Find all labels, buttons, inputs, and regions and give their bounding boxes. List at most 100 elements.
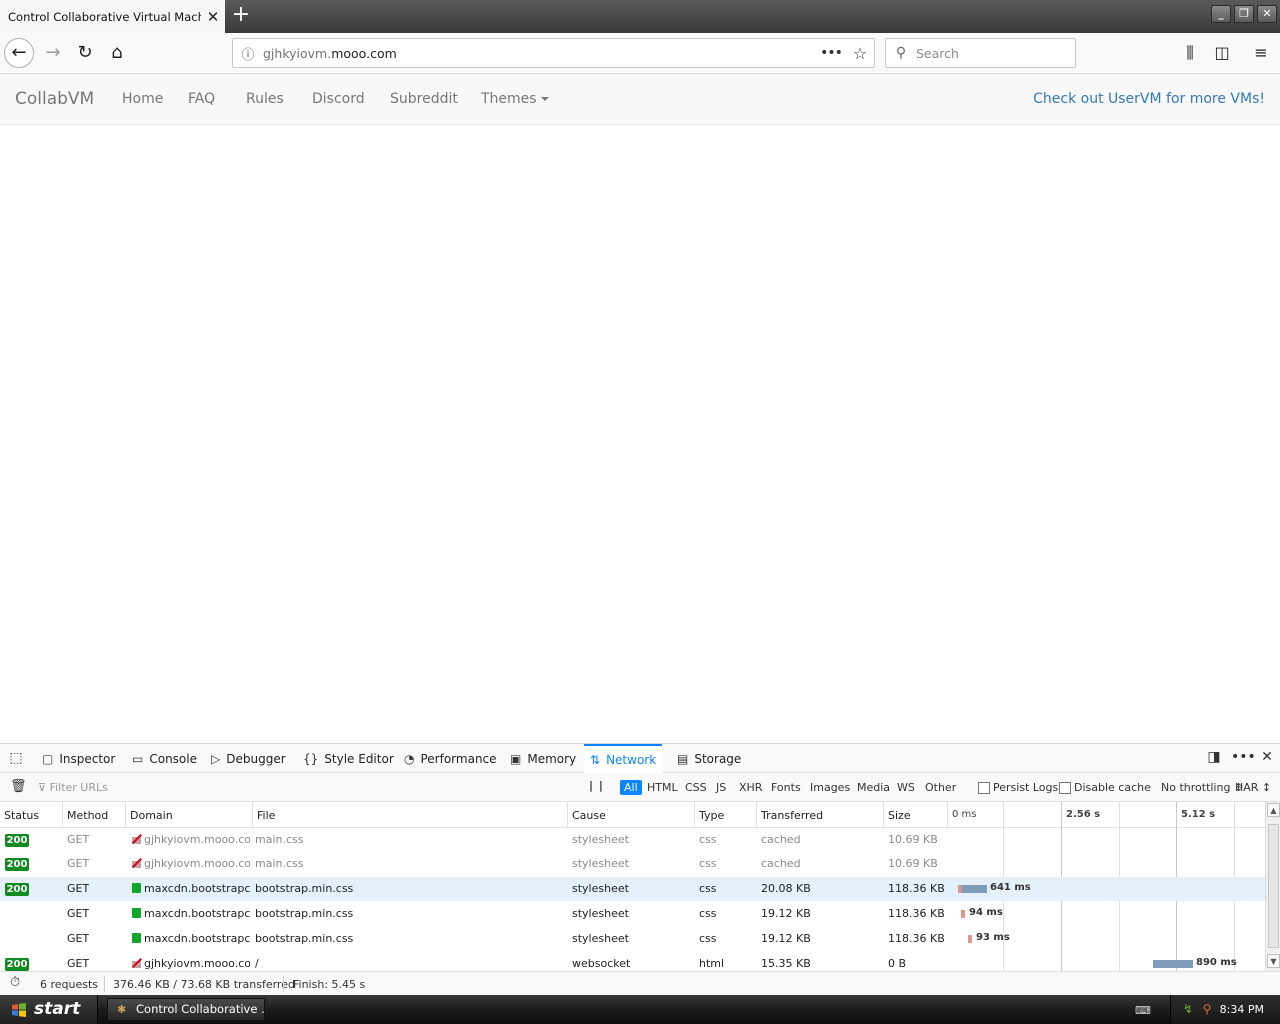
col-size[interactable]: Size: [888, 809, 911, 822]
table-row[interactable]: GET maxcdn.bootstrapc... bootstrap.min.c…: [0, 902, 1265, 926]
keyboard-icon[interactable]: ⌨: [1135, 1004, 1151, 1017]
filter-all[interactable]: All: [620, 780, 642, 795]
home-icon[interactable]: ⌂: [102, 39, 132, 67]
tab-memory[interactable]: ▣ Memory: [504, 744, 582, 773]
nav-link-discord[interactable]: Discord: [312, 91, 365, 107]
restore-icon[interactable]: ❐: [1234, 5, 1254, 23]
status-badge: 200: [5, 958, 29, 971]
col-transferred[interactable]: Transferred: [761, 809, 823, 822]
tab-console[interactable]: ▭ Console: [126, 744, 203, 773]
windows-flag-icon: [12, 1003, 26, 1017]
performance-icon: ◔: [404, 751, 415, 766]
table-row[interactable]: 200 GET maxcdn.bootstrapc... bootstrap.m…: [0, 877, 1265, 901]
col-type[interactable]: Type: [699, 809, 724, 822]
har-menu[interactable]: HAR ↕: [1235, 781, 1271, 794]
tab-network[interactable]: ⇅ Network: [584, 744, 663, 773]
tab-debugger[interactable]: ▷ Debugger: [205, 744, 292, 773]
col-status[interactable]: Status: [4, 809, 39, 822]
timeline-tick-1: 2.56 s: [1066, 809, 1101, 820]
devtools-more-icon[interactable]: •••: [1231, 749, 1256, 769]
table-row[interactable]: 200 GET gjhkyiovm.mooo.com main.css styl…: [0, 852, 1265, 876]
filter-fonts[interactable]: Fonts: [767, 780, 805, 795]
url-bar[interactable]: ⓘ gjhkyiovm.mooo.com ••• ☆: [232, 38, 875, 68]
nav-link-rules[interactable]: Rules: [246, 91, 284, 107]
tab-storage[interactable]: ▤ Storage: [671, 744, 747, 773]
col-cause[interactable]: Cause: [572, 809, 606, 822]
nav-link-faq[interactable]: FAQ: [188, 91, 215, 107]
devtools-panel: ⬚ ▢ Inspector ▭ Console ▷ Debugger {} Style …: [0, 743, 1280, 996]
tab-performance[interactable]: ◔ Performance: [398, 744, 503, 773]
back-icon[interactable]: ←: [4, 38, 34, 68]
menu-icon[interactable]: ≡: [1248, 41, 1274, 65]
filter-icon: ⊽: [38, 781, 50, 794]
col-method[interactable]: Method: [67, 809, 108, 822]
uservm-link[interactable]: Check out UserVM for more VMs!: [1033, 91, 1265, 107]
performance-analysis-icon[interactable]: ⏱: [10, 975, 20, 990]
url-text[interactable]: gjhkyiovm.mooo.com: [263, 46, 816, 61]
filter-images[interactable]: Images: [806, 780, 854, 795]
sidebar-icon[interactable]: ◫: [1209, 41, 1235, 65]
timing-bar: [958, 885, 987, 893]
timing-bar: [961, 910, 965, 918]
element-picker-icon[interactable]: ⬚: [7, 750, 25, 768]
devtools-close-icon[interactable]: ✕: [1257, 749, 1277, 769]
start-button[interactable]: start: [0, 995, 98, 1024]
nav-link-subreddit[interactable]: Subreddit: [390, 91, 458, 107]
forward-icon[interactable]: →: [38, 39, 68, 67]
secure-lock-icon: [132, 908, 141, 918]
table-row[interactable]: GET maxcdn.bootstrapc... bootstrap.min.c…: [0, 927, 1265, 951]
finish-time: Finish: 5.45 s: [293, 978, 366, 991]
pause-icon[interactable]: | |: [589, 779, 604, 792]
tab-inspector[interactable]: ▢ Inspector: [36, 744, 121, 773]
secure-lock-icon: [132, 883, 141, 893]
page-actions-icon[interactable]: •••: [816, 45, 846, 61]
col-file[interactable]: File: [257, 809, 275, 822]
clock: 8:34 PM: [1219, 1003, 1264, 1016]
library-icon[interactable]: ⫼: [1177, 41, 1203, 65]
scroll-down-icon[interactable]: ▼: [1267, 954, 1280, 968]
minimize-icon[interactable]: _: [1211, 5, 1231, 23]
tab-style-editor[interactable]: {} Style Editor: [297, 744, 400, 773]
scroll-thumb[interactable]: [1268, 824, 1279, 948]
nav-link-home[interactable]: Home: [122, 91, 163, 107]
window-close-icon[interactable]: ✕: [1257, 5, 1277, 23]
bookmark-star-icon[interactable]: ☆: [846, 44, 874, 63]
dock-side-icon[interactable]: ◨: [1204, 749, 1224, 769]
scroll-up-icon[interactable]: ▲: [1267, 803, 1280, 817]
new-tab-icon[interactable]: +: [228, 4, 254, 28]
site-info-icon[interactable]: ⓘ: [233, 44, 263, 63]
col-domain[interactable]: Domain: [130, 809, 173, 822]
search-input[interactable]: ⚲ Search: [885, 38, 1076, 68]
timing-label: 94 ms: [969, 907, 1003, 918]
browser-tab-title: Control Collaborative Virtual Machines!: [8, 9, 201, 24]
reload-icon[interactable]: ↻: [70, 39, 100, 67]
table-row[interactable]: 200 GET gjhkyiovm.mooo.com / websocket h…: [0, 952, 1265, 971]
close-tab-icon[interactable]: ✕: [201, 8, 225, 26]
filter-media[interactable]: Media: [853, 780, 894, 795]
request-list-scrollbar[interactable]: ▲ ▼: [1265, 802, 1280, 971]
filter-xhr[interactable]: XHR: [735, 780, 766, 795]
filter-ws[interactable]: WS: [893, 780, 919, 795]
timing-label: 890 ms: [1196, 957, 1237, 968]
filter-html[interactable]: HTML: [643, 780, 682, 795]
table-row[interactable]: 200 GET gjhkyiovm.mooo.com main.css styl…: [0, 828, 1265, 852]
filter-css[interactable]: CSS: [681, 780, 711, 795]
caret-down-icon: [540, 97, 549, 101]
request-count: 6 requests: [40, 978, 99, 991]
persist-logs-checkbox[interactable]: Persist Logs: [978, 781, 1058, 794]
status-badge: 200: [5, 883, 29, 896]
filter-urls-input[interactable]: ⊽ Filter URLs: [38, 781, 108, 794]
throttling-select[interactable]: No throttling ↕: [1161, 781, 1243, 794]
search-tray-icon[interactable]: ⚲: [1200, 1002, 1214, 1016]
network-tray-icon[interactable]: ↯: [1181, 1002, 1195, 1016]
site-brand[interactable]: CollabVM: [15, 89, 94, 109]
status-badge: 200: [5, 858, 29, 871]
nav-themes-dropdown[interactable]: Themes: [481, 91, 549, 107]
disable-cache-checkbox[interactable]: Disable cache: [1059, 781, 1151, 794]
filter-js[interactable]: JS: [712, 780, 730, 795]
clear-trash-icon[interactable]: 🗑: [10, 779, 27, 794]
taskbar-window-button[interactable]: ✱ Control Collaborative ...: [107, 998, 265, 1021]
timing-bar: [968, 935, 972, 943]
filter-other[interactable]: Other: [921, 780, 960, 795]
browser-tab[interactable]: Control Collaborative Virtual Machines! …: [0, 0, 225, 33]
